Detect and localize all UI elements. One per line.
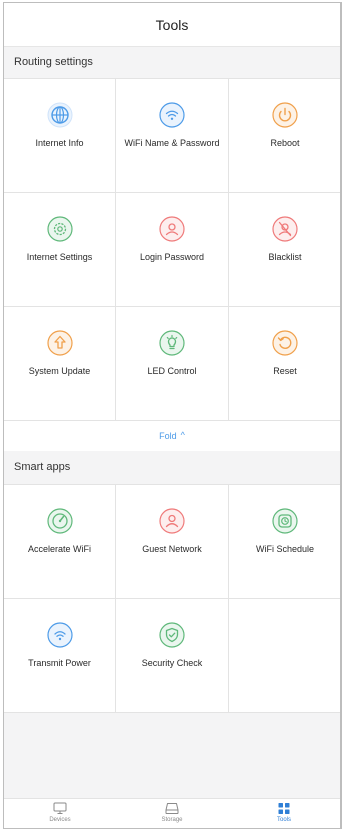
guest-user-icon bbox=[159, 508, 185, 534]
tool-label: Login Password bbox=[139, 252, 205, 262]
tool-label: Reboot bbox=[270, 138, 300, 148]
tool-led-control[interactable]: LED Control bbox=[116, 307, 229, 421]
nav-label: Tools bbox=[276, 817, 291, 823]
nav-tools[interactable]: Tools bbox=[228, 799, 340, 828]
page-title: Tools bbox=[155, 16, 189, 33]
routing-settings-title: Routing settings bbox=[4, 47, 340, 78]
reset-arrow-icon bbox=[272, 330, 298, 356]
tool-label: Internet Info bbox=[35, 138, 84, 148]
tool-label: System Update bbox=[28, 366, 91, 376]
header-bar: Tools bbox=[4, 3, 340, 47]
tool-blacklist[interactable]: Blacklist bbox=[229, 193, 340, 307]
nav-storage[interactable]: Storage bbox=[116, 799, 228, 828]
app-label: Security Check bbox=[141, 658, 203, 668]
power-icon bbox=[272, 102, 298, 128]
empty-grid-cell bbox=[229, 599, 340, 713]
app-label: Accelerate WiFi bbox=[27, 544, 91, 554]
app-wifi-schedule[interactable]: WiFi Schedule bbox=[229, 485, 340, 599]
nav-devices[interactable]: Devices bbox=[4, 799, 116, 828]
wifi-icon bbox=[159, 102, 185, 128]
speedometer-icon bbox=[46, 508, 73, 534]
clock-icon bbox=[272, 508, 298, 534]
gear-icon bbox=[46, 216, 73, 242]
app-security-check[interactable]: Security Check bbox=[116, 599, 229, 713]
smart-apps-title: Smart apps bbox=[4, 451, 340, 484]
lightbulb-icon bbox=[159, 330, 185, 356]
storage-icon bbox=[165, 803, 179, 814]
nav-label: Devices bbox=[49, 817, 71, 823]
app-label: WiFi Schedule bbox=[255, 544, 315, 554]
app-transmit-power[interactable]: Transmit Power bbox=[4, 599, 116, 713]
tool-label: Reset bbox=[273, 366, 297, 376]
app-label: Transmit Power bbox=[28, 658, 91, 668]
upload-arrow-icon bbox=[46, 330, 73, 356]
fold-toggle[interactable]: Fold ^ bbox=[4, 421, 340, 451]
signal-icon bbox=[46, 622, 73, 648]
tool-internet-info[interactable]: Internet Info bbox=[4, 79, 116, 193]
tool-label: LED Control bbox=[147, 366, 197, 376]
tool-reboot[interactable]: Reboot bbox=[229, 79, 340, 193]
tool-internet-settings[interactable]: Internet Settings bbox=[4, 193, 116, 307]
user-lock-icon bbox=[159, 216, 185, 242]
chevron-up-icon: ^ bbox=[180, 430, 185, 440]
tool-label: Blacklist bbox=[268, 252, 302, 262]
globe-icon bbox=[47, 102, 73, 128]
nav-label: Storage bbox=[161, 817, 183, 823]
tool-system-update[interactable]: System Update bbox=[4, 307, 116, 421]
tool-login-password[interactable]: Login Password bbox=[116, 193, 229, 307]
bottom-nav: Devices Storage Tools bbox=[4, 798, 340, 828]
grid-icon bbox=[278, 803, 290, 814]
app-label: Guest Network bbox=[142, 544, 202, 554]
smart-apps-grid: Accelerate WiFi Guest Network WiFi Sched… bbox=[4, 484, 340, 713]
shield-icon bbox=[159, 622, 185, 648]
tool-reset[interactable]: Reset bbox=[229, 307, 340, 421]
app-guest-network[interactable]: Guest Network bbox=[116, 485, 229, 599]
tool-wifi-name-password[interactable]: WiFi Name & Password bbox=[116, 79, 229, 193]
blocked-user-icon bbox=[272, 216, 298, 242]
fold-label: Fold bbox=[159, 431, 177, 441]
tool-label: Internet Settings bbox=[26, 252, 93, 262]
monitor-icon bbox=[53, 802, 67, 814]
app-screen: Tools Routing settings Internet Info WiF… bbox=[3, 2, 342, 829]
tool-label: WiFi Name & Password bbox=[124, 138, 220, 148]
routing-settings-grid: Internet Info WiFi Name & Password Reboo… bbox=[4, 78, 340, 421]
app-accelerate-wifi[interactable]: Accelerate WiFi bbox=[4, 485, 116, 599]
